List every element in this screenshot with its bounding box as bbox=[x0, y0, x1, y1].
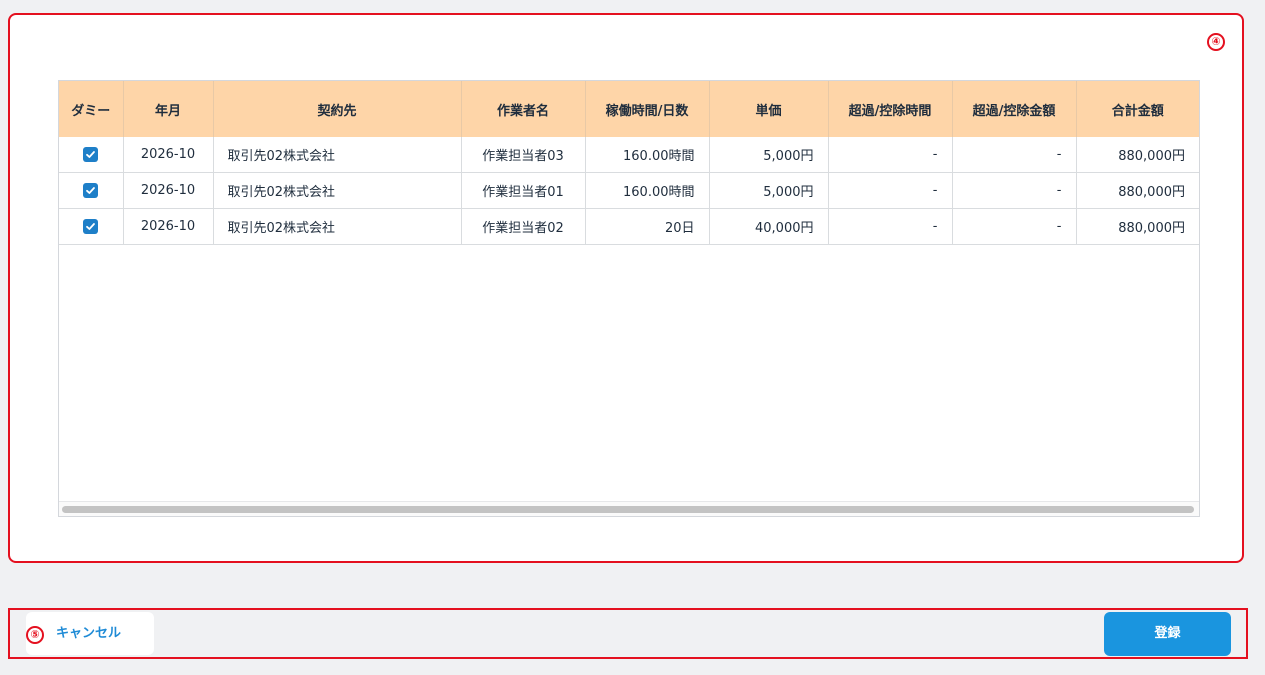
header-client[interactable]: 契約先 bbox=[213, 81, 462, 137]
cancel-button[interactable]: キャンセル bbox=[26, 612, 154, 655]
header-unit-price[interactable]: 単価 bbox=[709, 81, 829, 137]
row-checkbox-cell[interactable] bbox=[59, 208, 124, 245]
row-checkbox-cell[interactable] bbox=[59, 172, 124, 209]
cell-client: 取引先02株式会社 bbox=[213, 137, 462, 173]
header-hours-days[interactable]: 稼働時間/日数 bbox=[585, 81, 710, 137]
cell-month: 2026-10 bbox=[123, 137, 214, 173]
cell-hours: 160.00時間 bbox=[585, 172, 710, 209]
checkbox-checked[interactable] bbox=[83, 147, 99, 162]
header-worker[interactable]: 作業者名 bbox=[461, 81, 586, 137]
cell-unit-price: 5,000円 bbox=[709, 172, 829, 209]
cell-unit-price: 40,000円 bbox=[709, 208, 829, 245]
action-footer: ⑤ キャンセル 登録 bbox=[8, 608, 1248, 659]
scrollbar-thumb[interactable] bbox=[62, 506, 1194, 513]
cell-worker: 作業担当者02 bbox=[461, 208, 586, 245]
row-checkbox-cell[interactable] bbox=[59, 137, 124, 173]
cell-total: 880,000円 bbox=[1076, 208, 1199, 245]
annotation-marker-5: ⑤ bbox=[26, 626, 44, 644]
cell-unit-price: 5,000円 bbox=[709, 137, 829, 173]
cell-worker: 作業担当者01 bbox=[461, 172, 586, 209]
checkmark-icon bbox=[86, 187, 96, 194]
cell-over-time: - bbox=[828, 172, 953, 209]
cell-over-amount: - bbox=[952, 172, 1077, 209]
header-dummy[interactable]: ダミー bbox=[59, 81, 124, 137]
cell-over-amount: - bbox=[952, 137, 1077, 173]
annotation-marker-4: ④ bbox=[1207, 33, 1225, 51]
table-header-row: ダミー 年月 契約先 作業者名 稼働時間/日数 単価 超過/控除時間 超過/控除… bbox=[59, 81, 1199, 137]
cell-client: 取引先02株式会社 bbox=[213, 208, 462, 245]
table-row[interactable]: 2026-10 取引先02株式会社 作業担当者01 160.00時間 5,000… bbox=[59, 172, 1199, 209]
checkmark-icon bbox=[86, 223, 96, 230]
cell-month: 2026-10 bbox=[123, 172, 214, 209]
header-over-amount[interactable]: 超過/控除金額 bbox=[952, 81, 1077, 137]
checkbox-checked[interactable] bbox=[83, 219, 99, 234]
cell-over-amount: - bbox=[952, 208, 1077, 245]
horizontal-scrollbar[interactable] bbox=[59, 501, 1199, 516]
cell-over-time: - bbox=[828, 137, 953, 173]
cell-hours: 20日 bbox=[585, 208, 710, 245]
cell-total: 880,000円 bbox=[1076, 137, 1199, 173]
header-total[interactable]: 合計金額 bbox=[1076, 81, 1199, 137]
data-table: ダミー 年月 契約先 作業者名 稼働時間/日数 単価 超過/控除時間 超過/控除… bbox=[59, 81, 1199, 245]
register-button[interactable]: 登録 bbox=[1104, 612, 1231, 656]
table-row[interactable]: 2026-10 取引先02株式会社 作業担当者03 160.00時間 5,000… bbox=[59, 137, 1199, 173]
header-year-month[interactable]: 年月 bbox=[123, 81, 214, 137]
cell-worker: 作業担当者03 bbox=[461, 137, 586, 173]
cell-over-time: - bbox=[828, 208, 953, 245]
header-over-time[interactable]: 超過/控除時間 bbox=[828, 81, 953, 137]
cell-total: 880,000円 bbox=[1076, 172, 1199, 209]
cell-hours: 160.00時間 bbox=[585, 137, 710, 173]
table-row[interactable]: 2026-10 取引先02株式会社 作業担当者02 20日 40,000円 - … bbox=[59, 208, 1199, 245]
cell-client: 取引先02株式会社 bbox=[213, 172, 462, 209]
data-table-container: ダミー 年月 契約先 作業者名 稼働時間/日数 単価 超過/控除時間 超過/控除… bbox=[58, 80, 1200, 517]
selection-panel: ④ ダミー 年月 契約先 作業者名 稼働時間/日数 単価 超過/控除時間 超過/… bbox=[8, 13, 1244, 563]
checkmark-icon bbox=[86, 151, 96, 158]
cell-month: 2026-10 bbox=[123, 208, 214, 245]
checkbox-checked[interactable] bbox=[83, 183, 99, 198]
